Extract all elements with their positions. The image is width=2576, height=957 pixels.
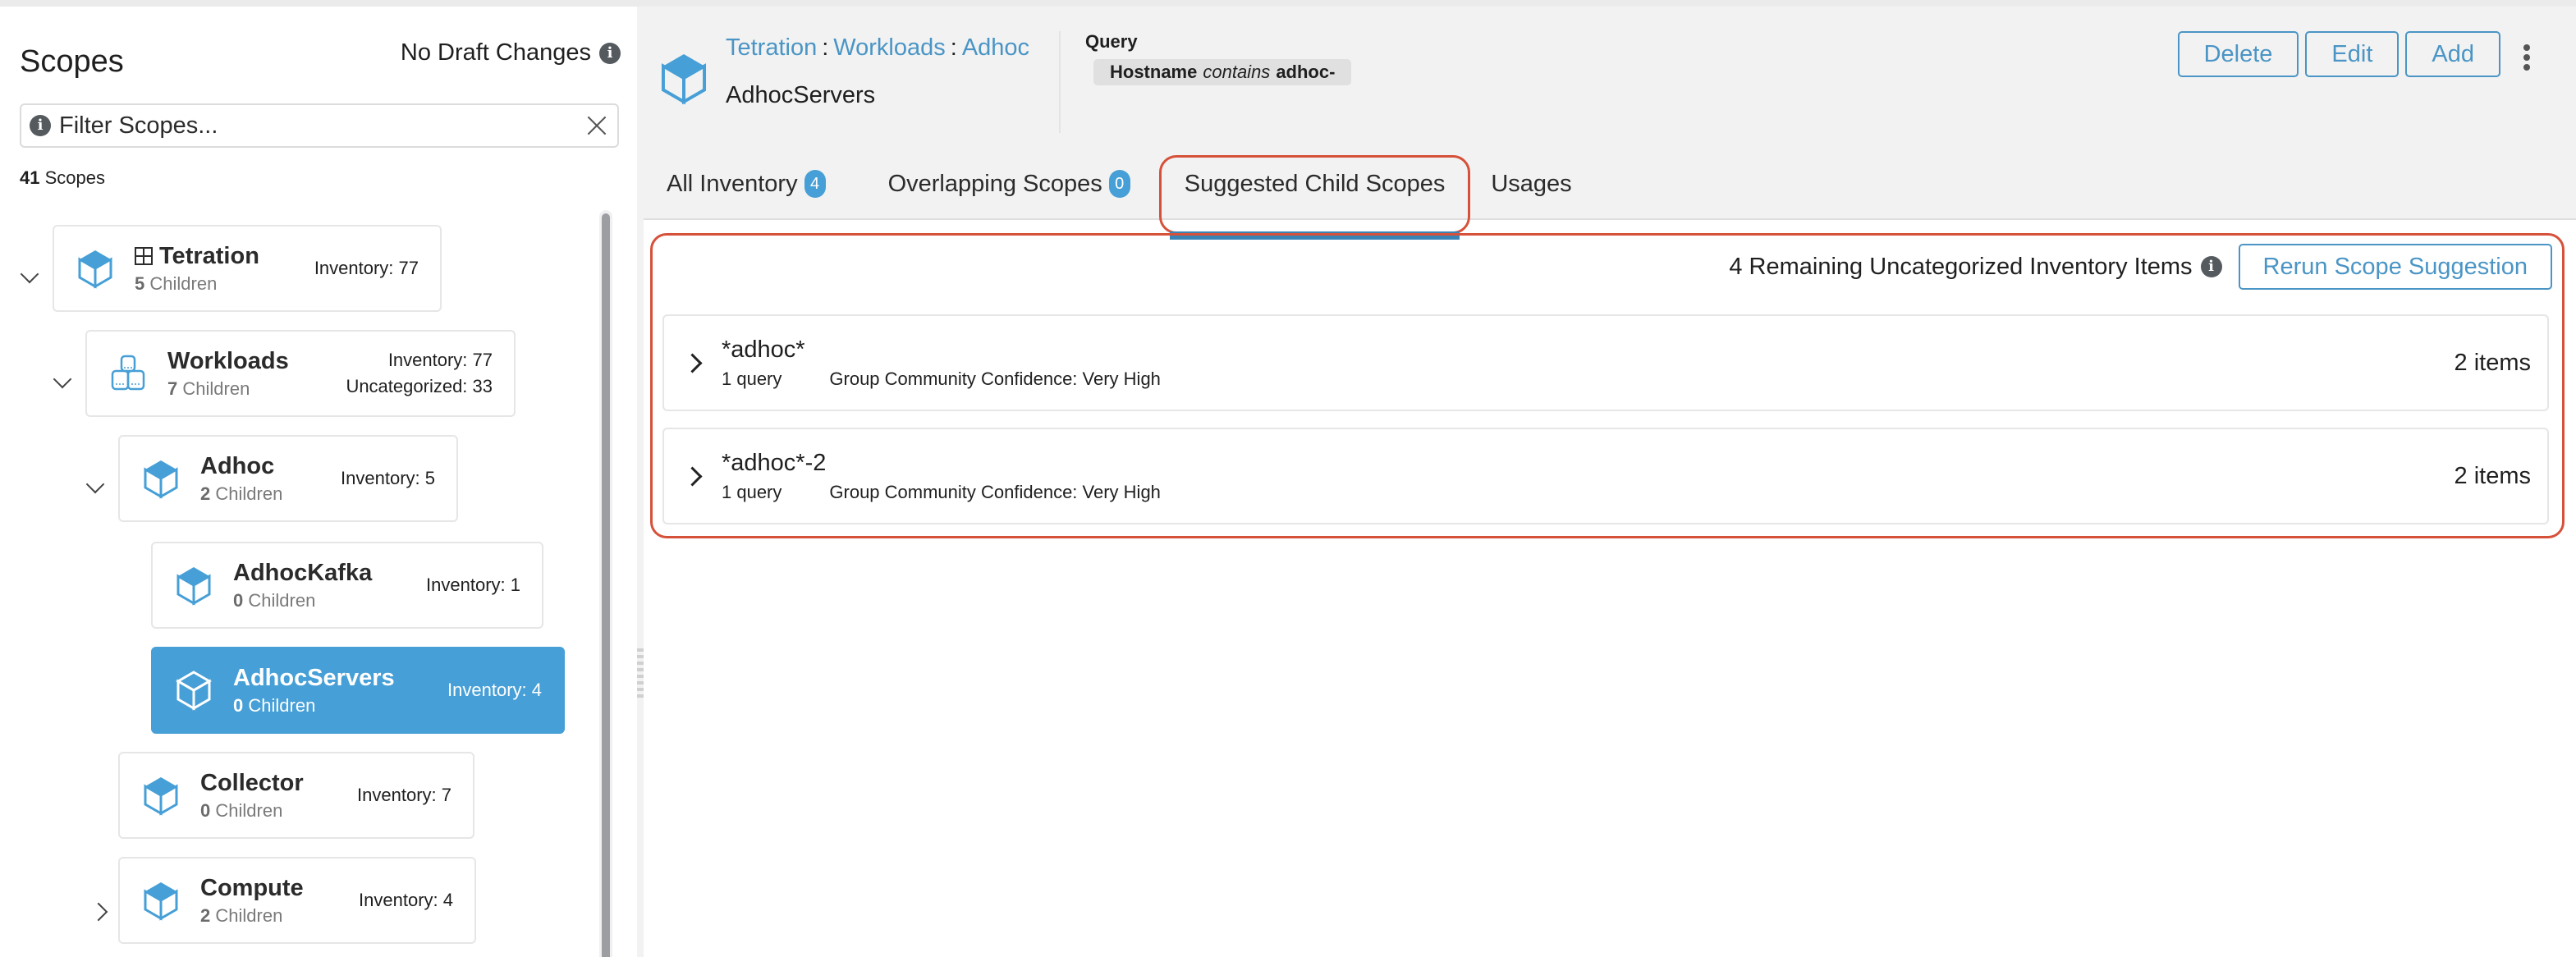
scope-children: 2 Children (200, 904, 283, 926)
add-button[interactable]: Add (2405, 31, 2500, 77)
suggestion-item-count: 2 items (2454, 462, 2531, 489)
scope-detail-panel: Tetration : Workloads : Adhoc AdhocServe… (644, 7, 2576, 957)
scope-node-collector[interactable]: Collector 0 Children Inventory: 7 (118, 752, 474, 839)
scope-inventory: Inventory: 5 (341, 468, 435, 488)
collapse-caret-icon[interactable] (87, 478, 103, 494)
cube-icon (144, 882, 178, 921)
scope-node-workloads[interactable]: Workloads 7 Children Inventory: 77 Uncat… (85, 330, 516, 417)
scope-inventory: Inventory: 7 (357, 785, 451, 805)
scope-children: 2 Children (200, 483, 283, 504)
scope-inventory: Inventory: 1 (426, 575, 520, 595)
scope-inventory: Inventory: 4 (447, 680, 542, 700)
scope-name: Adhoc (200, 452, 275, 479)
query-label: Query (1085, 31, 1138, 52)
tab-label: Usages (1491, 170, 1572, 197)
edit-button[interactable]: Edit (2305, 31, 2400, 77)
grid-icon (135, 247, 153, 265)
collapse-caret-icon[interactable] (21, 268, 38, 284)
scope-node-tetration[interactable]: Tetration 5 Children Inventory: 77 (53, 225, 442, 312)
resize-grip-icon[interactable] (637, 648, 644, 698)
delete-button[interactable]: Delete (2177, 31, 2299, 77)
tab-all-inventory[interactable]: All Inventory 4 (644, 159, 849, 208)
more-options-icon[interactable] (2522, 44, 2532, 71)
panel-resize-handle[interactable] (637, 7, 644, 957)
suggestion-query-count: 1 query (722, 481, 782, 502)
scope-name: Collector (200, 769, 304, 796)
scopes-sidebar: Scopes No Draft Changes i i 41 Scopes Te… (0, 7, 637, 957)
breadcrumb-link-tetration[interactable]: Tetration (726, 34, 817, 62)
scope-name: Compute (200, 874, 304, 901)
expand-caret-icon[interactable] (92, 903, 108, 919)
collapse-caret-icon[interactable] (54, 373, 71, 389)
suggestion-confidence: Group Community Confidence: Very High (829, 481, 1161, 502)
chevron-right-icon[interactable] (689, 469, 704, 483)
cube-icon (78, 250, 112, 289)
scope-name: AdhocServers (233, 664, 395, 691)
suggestion-query-count: 1 query (722, 368, 782, 389)
suggestion-confidence: Group Community Confidence: Very High (829, 368, 1161, 389)
scope-name: Workloads (167, 347, 289, 374)
scope-node-adhockafka[interactable]: AdhocKafka 0 Children Inventory: 1 (151, 542, 543, 629)
query-operator: contains (1203, 62, 1271, 82)
scope-node-adhoc[interactable]: Adhoc 2 Children Inventory: 5 (118, 435, 458, 522)
scope-inventory: Inventory: 77 (387, 350, 493, 370)
scope-stats: Inventory: 77 Uncategorized: 33 (346, 347, 493, 400)
tab-label: All Inventory (667, 170, 798, 197)
breadcrumb-separator: : (822, 34, 829, 61)
breadcrumb-link-workloads[interactable]: Workloads (833, 34, 945, 62)
scope-tree: Tetration 5 Children Inventory: 77 Workl… (0, 7, 607, 957)
header-actions: Delete Edit Add (2177, 31, 2500, 77)
header-divider (1059, 31, 1061, 133)
suggestion-item[interactable]: *adhoc* 1 query Group Community Confiden… (662, 314, 2549, 411)
cube-icon (144, 460, 178, 499)
query-filter-chip: Hostname contains adhoc- (1093, 59, 1352, 85)
scope-children: 0 Children (200, 799, 283, 821)
count-badge: 4 (804, 170, 826, 198)
tab-label: Overlapping Scopes (887, 170, 1102, 197)
cube-icon (144, 777, 178, 816)
breadcrumb-separator: : (950, 34, 957, 61)
query-field: Hostname (1110, 62, 1198, 82)
scope-name: Tetration (159, 242, 259, 269)
scrollbar-thumb[interactable] (602, 213, 610, 957)
rerun-scope-suggestion-button[interactable]: Rerun Scope Suggestion (2238, 244, 2552, 290)
suggestion-name: *adhoc*-2 (722, 449, 827, 476)
tab-label: Suggested Child Scopes (1184, 170, 1446, 197)
scope-children: 0 Children (233, 694, 316, 716)
scope-node-compute[interactable]: Compute 2 Children Inventory: 4 (118, 857, 476, 944)
suggestion-name: *adhoc* (722, 336, 805, 363)
tab-usages[interactable]: Usages (1468, 159, 1594, 208)
scope-inventory: Inventory: 77 (314, 258, 419, 278)
cube-icon (176, 671, 212, 711)
suggestion-toolbar: 4 Remaining Uncategorized Inventory Item… (1729, 244, 2552, 290)
count-badge: 0 (1108, 170, 1130, 198)
scope-children: 7 Children (167, 378, 250, 399)
page-title: AdhocServers (726, 82, 876, 108)
breadcrumb: Tetration : Workloads : Adhoc (726, 34, 1029, 62)
top-strip (0, 0, 2576, 7)
scope-children: 0 Children (233, 589, 316, 611)
cube-icon (176, 567, 211, 606)
sidebar-scrollbar[interactable] (599, 210, 612, 957)
breadcrumb-link-adhoc[interactable]: Adhoc (962, 34, 1029, 62)
remaining-uncategorized: 4 Remaining Uncategorized Inventory Item… (1729, 253, 2222, 281)
scope-name: AdhocKafka (233, 559, 373, 586)
suggestion-item[interactable]: *adhoc*-2 1 query Group Community Confid… (662, 428, 2549, 524)
scope-node-adhocservers[interactable]: AdhocServers 0 Children Inventory: 4 (151, 647, 565, 734)
cube-icon (661, 54, 707, 105)
remaining-uncategorized-label: 4 Remaining Uncategorized Inventory Item… (1729, 253, 2193, 280)
scope-children: 5 Children (135, 272, 218, 294)
suggestion-item-count: 2 items (2454, 349, 2531, 376)
tab-overlapping-scopes[interactable]: Overlapping Scopes 0 (865, 159, 1153, 208)
scope-inventory: Inventory: 4 (359, 890, 453, 910)
scope-header: Tetration : Workloads : Adhoc AdhocServe… (644, 7, 2576, 240)
chevron-right-icon[interactable] (689, 355, 704, 370)
info-icon[interactable]: i (2200, 256, 2222, 277)
tab-suggested-child-scopes[interactable]: Suggested Child Scopes (1158, 155, 1471, 240)
stacked-boxes-icon (111, 355, 145, 391)
suggested-scopes-panel: 4 Remaining Uncategorized Inventory Item… (650, 233, 2565, 538)
scope-uncategorized: Uncategorized: 33 (346, 376, 493, 396)
query-value: adhoc- (1276, 62, 1336, 82)
detail-tabs: All Inventory 4 Overlapping Scopes 0 Sug… (644, 155, 1595, 240)
